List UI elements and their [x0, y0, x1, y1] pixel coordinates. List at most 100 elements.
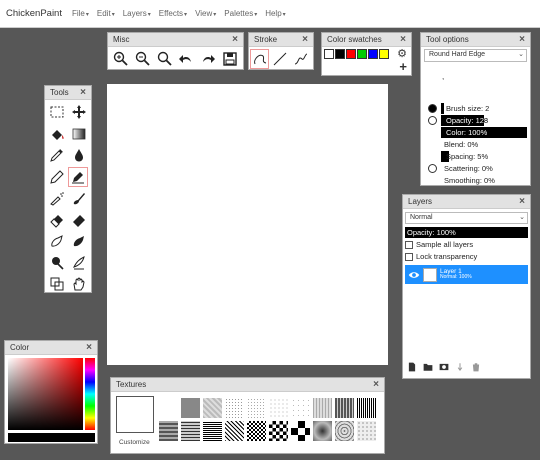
lock-transparency-checkbox[interactable]: Lock transparency: [405, 251, 528, 263]
texture-swatch[interactable]: [225, 421, 244, 441]
zoom-in-icon[interactable]: [110, 49, 132, 69]
layer-row[interactable]: Layer 1 Normal: 100%: [405, 265, 528, 284]
save-icon[interactable]: [219, 49, 241, 69]
eyedropper-icon[interactable]: [46, 145, 68, 165]
redo-icon[interactable]: [197, 49, 219, 69]
texture-swatch[interactable]: [335, 398, 354, 418]
tools-close-button[interactable]: ×: [80, 87, 86, 98]
texture-swatch[interactable]: [181, 421, 200, 441]
scattering-radio[interactable]: [428, 163, 437, 173]
pencil-icon[interactable]: [46, 167, 68, 187]
menu-effects[interactable]: Effects▾: [159, 9, 187, 18]
brush-size-slider[interactable]: Brush size: 2: [441, 102, 527, 114]
texture-swatch[interactable]: [269, 398, 288, 418]
tool-options-close-button[interactable]: ×: [519, 34, 525, 45]
dodge-icon[interactable]: [46, 253, 68, 273]
saturation-value-picker[interactable]: [8, 358, 83, 430]
undo-icon[interactable]: [175, 49, 197, 69]
sample-all-layers-checkbox[interactable]: Sample all layers: [405, 239, 528, 251]
move-icon[interactable]: [68, 102, 90, 122]
swatch-red[interactable]: [346, 49, 356, 59]
add-swatch-button[interactable]: +: [399, 60, 407, 73]
texture-swatch[interactable]: [335, 421, 354, 441]
spacing-slider[interactable]: Spacing: 5%: [441, 150, 527, 162]
texture-swatch[interactable]: [159, 421, 178, 441]
color-slider[interactable]: Color: 100%: [441, 126, 527, 138]
pen-icon[interactable]: [68, 166, 88, 187]
menu-edit[interactable]: Edit▾: [97, 9, 115, 18]
burn-icon[interactable]: [68, 253, 90, 273]
eye-icon[interactable]: [408, 269, 420, 281]
scattering-slider[interactable]: Scattering: 0%: [441, 163, 527, 174]
texture-swatch[interactable]: [247, 398, 266, 418]
zoom-out-icon[interactable]: [132, 49, 154, 69]
flood-fill-icon[interactable]: [46, 124, 68, 144]
smoothing-slider[interactable]: Smoothing: 0%: [441, 175, 527, 186]
texture-swatch[interactable]: [247, 421, 266, 441]
freehand-stroke-icon[interactable]: [250, 49, 270, 69]
texture-swatch[interactable]: [357, 398, 376, 418]
zoom-100-icon[interactable]: [154, 49, 176, 69]
tool-options-header[interactable]: Tool options ×: [421, 33, 530, 47]
swatch-yellow[interactable]: [379, 49, 389, 59]
transform-icon[interactable]: [46, 274, 68, 294]
texture-swatch[interactable]: [313, 398, 332, 418]
misc-header[interactable]: Misc ×: [108, 33, 243, 47]
new-layer-icon[interactable]: [407, 362, 417, 374]
rect-select-icon[interactable]: [46, 102, 68, 122]
swatch-black[interactable]: [335, 49, 345, 59]
blend-slider[interactable]: Blend: 0%: [441, 139, 527, 150]
swatch-blue[interactable]: [368, 49, 378, 59]
color-close-button[interactable]: ×: [86, 342, 92, 353]
hue-slider[interactable]: [85, 358, 95, 430]
texture-swatch[interactable]: [313, 421, 332, 441]
misc-close-button[interactable]: ×: [232, 34, 238, 45]
blender-icon[interactable]: [68, 231, 90, 251]
gradient-icon[interactable]: [68, 124, 90, 144]
menu-palettes[interactable]: Palettes▾: [224, 9, 257, 18]
menu-view[interactable]: View▾: [195, 9, 216, 18]
menu-layers[interactable]: Layers▾: [123, 9, 151, 18]
brush-size-radio[interactable]: [428, 103, 437, 113]
texture-swatch[interactable]: [181, 398, 200, 418]
airbrush-icon[interactable]: [46, 188, 68, 208]
smudge-icon[interactable]: [46, 231, 68, 251]
layers-header[interactable]: Layers ×: [403, 195, 530, 209]
textures-close-button[interactable]: ×: [373, 379, 379, 390]
soft-eraser-icon[interactable]: [68, 210, 90, 230]
trash-icon[interactable]: [471, 362, 481, 374]
texture-swatch[interactable]: [159, 398, 178, 418]
swatches-header[interactable]: Color swatches ×: [322, 33, 411, 47]
texture-swatch[interactable]: [203, 398, 222, 418]
opacity-slider[interactable]: Opacity: 128: [441, 114, 527, 126]
merge-down-icon[interactable]: [455, 362, 465, 374]
swatch-white[interactable]: [324, 49, 334, 59]
add-mask-icon[interactable]: [439, 362, 449, 374]
menu-help[interactable]: Help▾: [265, 9, 285, 18]
drawing-canvas[interactable]: [107, 84, 388, 365]
texture-swatch[interactable]: [225, 398, 244, 418]
opacity-radio[interactable]: [428, 115, 437, 125]
new-folder-icon[interactable]: [423, 362, 433, 374]
stroke-header[interactable]: Stroke ×: [249, 33, 313, 47]
watercolor-brush-icon[interactable]: [68, 188, 90, 208]
texture-swatch[interactable]: [357, 421, 376, 441]
texture-swatch[interactable]: [291, 398, 310, 418]
swatches-close-button[interactable]: ×: [400, 34, 406, 45]
curve-stroke-icon[interactable]: [291, 49, 312, 69]
hand-icon[interactable]: [68, 274, 90, 294]
brush-type-select[interactable]: Round Hard Edge ⌄: [424, 49, 527, 62]
layers-close-button[interactable]: ×: [519, 196, 525, 207]
blur-drop-icon[interactable]: [68, 145, 90, 165]
eraser-icon[interactable]: [46, 210, 68, 230]
swatch-green[interactable]: [357, 49, 367, 59]
line-stroke-icon[interactable]: [269, 49, 290, 69]
color-header[interactable]: Color ×: [5, 341, 97, 355]
stroke-close-button[interactable]: ×: [302, 34, 308, 45]
blend-mode-select[interactable]: Normal ⌄: [405, 212, 528, 224]
customize-button[interactable]: Customize: [119, 439, 150, 446]
texture-swatch[interactable]: [203, 421, 222, 441]
textures-header[interactable]: Textures ×: [111, 378, 384, 392]
menu-file[interactable]: File▾: [72, 9, 89, 18]
tools-header[interactable]: Tools ×: [45, 86, 91, 100]
